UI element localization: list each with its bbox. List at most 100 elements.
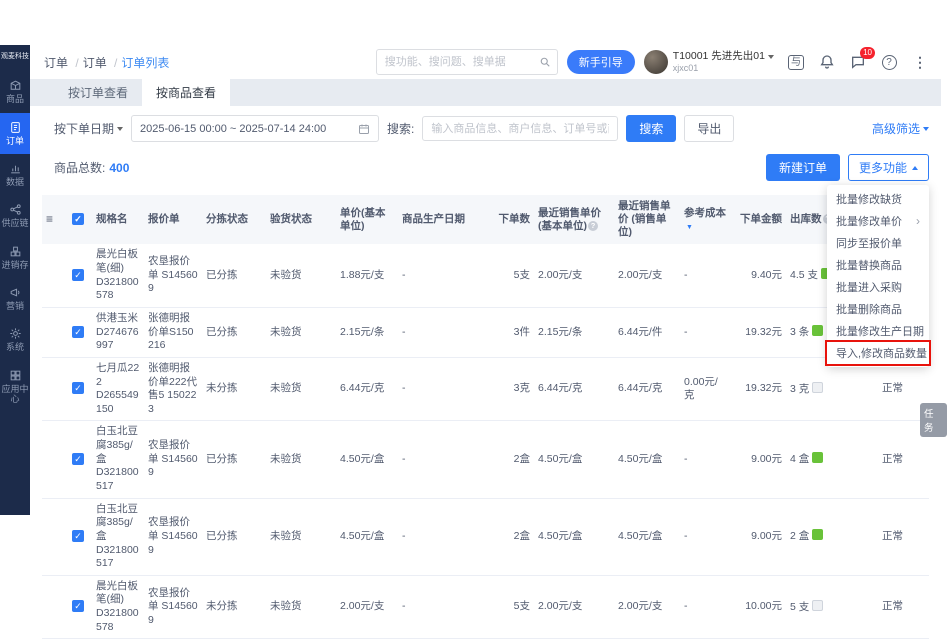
breadcrumb-item[interactable]: 订单 bbox=[83, 54, 118, 71]
row-checkbox[interactable] bbox=[72, 326, 84, 338]
row-checkbox[interactable] bbox=[72, 600, 84, 612]
cell-recent-sale-price: 6.44元/克 bbox=[614, 357, 680, 421]
more-options-icon[interactable] bbox=[911, 53, 929, 71]
new-order-button[interactable]: 新建订单 bbox=[766, 154, 840, 181]
cell-checkbox bbox=[68, 244, 92, 307]
total-count-value: 400 bbox=[109, 161, 129, 175]
sidebar-item-marketing[interactable]: 营销 bbox=[0, 278, 30, 319]
date-type-select[interactable]: 按下单日期 bbox=[54, 120, 123, 137]
cell-order-amount: 9.00元 bbox=[730, 498, 786, 575]
menu-item[interactable]: 批量替换商品 bbox=[827, 254, 929, 276]
row-checkbox[interactable] bbox=[72, 269, 84, 281]
product-code: D265549150 bbox=[96, 389, 140, 416]
cell-expand bbox=[42, 421, 68, 498]
menu-item[interactable]: 批量修改缺货 bbox=[827, 188, 929, 210]
sidebar-item-products[interactable]: 商品 bbox=[0, 71, 30, 112]
view-tabbar: 按订单查看 按商品查看 bbox=[30, 79, 941, 106]
cell-expand bbox=[42, 244, 68, 307]
row-status: 正常 bbox=[856, 421, 929, 498]
cell-order-qty: 2盒 bbox=[482, 498, 534, 575]
menu-item[interactable]: 批量删除商品 bbox=[827, 298, 929, 320]
guide-button[interactable]: 新手引导 bbox=[567, 50, 635, 74]
cell-spec: 供港玉米 D274676997 bbox=[92, 307, 144, 357]
col-recent-sale-price: 最近销售单价 (销售单位) bbox=[614, 195, 680, 244]
chevron-down-icon bbox=[117, 127, 123, 131]
col-order-qty: 下单数 bbox=[482, 195, 534, 244]
chevron-up-icon bbox=[912, 166, 918, 170]
task-side-tab[interactable]: 任务 bbox=[920, 403, 947, 437]
global-search-input[interactable] bbox=[383, 55, 535, 69]
cell-recent-base-price: 4.50元/盒 bbox=[534, 498, 614, 575]
col-order-amount: 下单金额 bbox=[730, 195, 786, 244]
column-filter-icon[interactable] bbox=[686, 224, 693, 231]
sidebar-item-inventory[interactable]: 进销存 bbox=[0, 237, 30, 278]
row-checkbox[interactable] bbox=[72, 530, 84, 542]
sidebar-item-data[interactable]: 数据 bbox=[0, 154, 30, 195]
menu-item[interactable]: 同步至报价单 bbox=[827, 232, 929, 254]
sidebar-item-system[interactable]: 系统 bbox=[0, 319, 30, 360]
cell-recent-sale-price: 4.50元/盒 bbox=[614, 498, 680, 575]
search-button[interactable]: 搜索 bbox=[626, 115, 676, 142]
sidebar-item-app-center[interactable]: 应用中心 bbox=[0, 361, 30, 413]
outbound-state-icon[interactable] bbox=[812, 452, 823, 463]
row-checkbox[interactable] bbox=[72, 453, 84, 465]
row-checkbox[interactable] bbox=[72, 382, 84, 394]
cell-prod-date: - bbox=[398, 575, 482, 639]
info-icon[interactable] bbox=[588, 221, 598, 231]
cell-order-qty: 3克 bbox=[482, 357, 534, 421]
outbound-state-icon[interactable] bbox=[812, 382, 823, 393]
expand-all-icon[interactable] bbox=[46, 214, 53, 226]
cell-ref-cost: - bbox=[680, 498, 730, 575]
order-document-icon bbox=[9, 121, 22, 134]
cell-unit-price: 4.50元/盒 bbox=[336, 421, 398, 498]
customer-service-icon[interactable] bbox=[787, 53, 805, 71]
cell-expand bbox=[42, 575, 68, 639]
user-menu[interactable]: T10001 先进先出01 xjxc01 bbox=[644, 50, 774, 74]
export-button[interactable]: 导出 bbox=[684, 115, 734, 142]
select-all-checkbox[interactable] bbox=[72, 213, 84, 225]
cell-quote: 张德明报价单222代售5 150223 bbox=[144, 357, 202, 421]
cell-checkbox bbox=[68, 421, 92, 498]
product-name: 晨光白板笔(细) bbox=[96, 580, 140, 607]
advanced-filter-link[interactable]: 高级筛选 bbox=[872, 120, 929, 137]
select-all-header[interactable] bbox=[68, 195, 92, 244]
messages-icon[interactable]: 10 bbox=[849, 53, 867, 71]
product-name: 白玉北豆腐385g/盒 bbox=[96, 425, 140, 466]
product-name: 白玉北豆腐385g/盒 bbox=[96, 503, 140, 544]
date-range-picker[interactable]: 2025-06-15 00:00 ~ 2025-07-14 24:00 bbox=[131, 115, 379, 142]
cell-expand bbox=[42, 307, 68, 357]
cell-quote: 农垦报价单 S145609 bbox=[144, 575, 202, 639]
more-functions-button[interactable]: 更多功能 bbox=[848, 154, 929, 181]
breadcrumb-item[interactable]: 订单 bbox=[44, 54, 79, 71]
notification-bell-icon[interactable] bbox=[818, 53, 836, 71]
table-header-row: 规格名 报价单 分拣状态 验货状态 单价(基本单位) 商品生产日期 下单数 最近… bbox=[42, 195, 929, 244]
product-code: D321800578 bbox=[96, 276, 140, 303]
global-search[interactable] bbox=[376, 49, 558, 75]
tab-by-product[interactable]: 按商品查看 bbox=[142, 79, 230, 106]
search-icon[interactable] bbox=[539, 56, 551, 68]
expand-all-header[interactable] bbox=[42, 195, 68, 244]
sidebar-item-label: 数据 bbox=[6, 177, 24, 187]
sidebar-item-orders[interactable]: 订单 bbox=[0, 113, 30, 154]
cell-inspect-status: 未验货 bbox=[266, 421, 336, 498]
filter-search-input[interactable] bbox=[422, 116, 618, 141]
menu-item[interactable]: 批量进入采购 bbox=[827, 276, 929, 298]
user-name: T10001 先进先出01 bbox=[673, 50, 765, 63]
outbound-state-icon[interactable] bbox=[812, 600, 823, 611]
cell-ref-cost: - bbox=[680, 575, 730, 639]
outbound-state-icon[interactable] bbox=[812, 529, 823, 540]
tab-by-order[interactable]: 按订单查看 bbox=[54, 79, 142, 106]
table-row: 晨光白板笔(细) D321800578 农垦报价单 S145609 已分拣 未验… bbox=[42, 244, 929, 307]
help-icon[interactable] bbox=[880, 53, 898, 71]
menu-item[interactable]: 导入,修改商品数量 bbox=[827, 342, 929, 364]
app-window: 观麦科技 商品 订单 数据 供应链 进销存 营销 系统 bbox=[0, 45, 941, 515]
product-code: D321800517 bbox=[96, 466, 140, 493]
menu-item[interactable]: 批量修改单价 bbox=[827, 210, 929, 232]
sidebar-item-supply-chain[interactable]: 供应链 bbox=[0, 195, 30, 236]
avatar[interactable] bbox=[644, 50, 668, 74]
cell-order-qty: 2盒 bbox=[482, 421, 534, 498]
col-prod-date: 商品生产日期 bbox=[398, 195, 482, 244]
outbound-state-icon[interactable] bbox=[812, 325, 823, 336]
menu-item[interactable]: 批量修改生产日期 bbox=[827, 320, 929, 342]
total-count: 商品总数:400 bbox=[54, 159, 129, 176]
